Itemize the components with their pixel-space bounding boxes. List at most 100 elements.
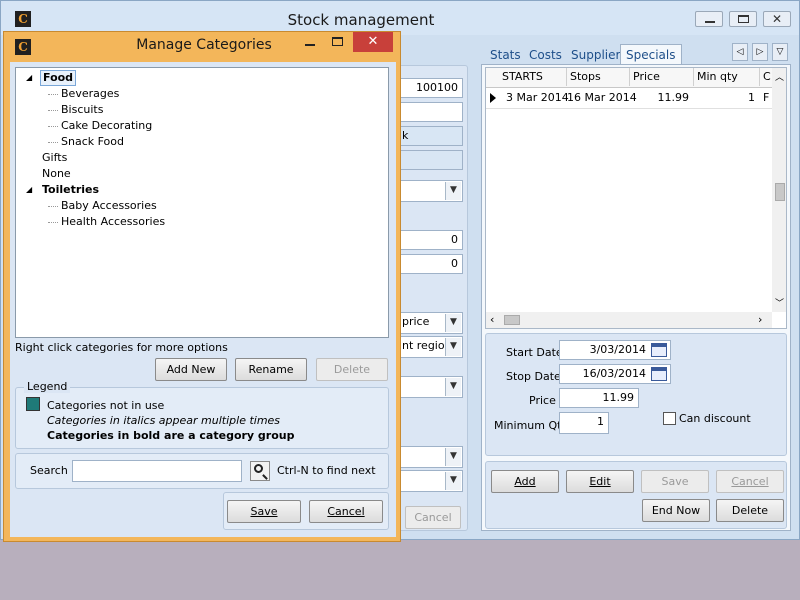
tree-connector — [48, 94, 58, 95]
legend-title: Legend — [24, 380, 71, 393]
search-input[interactable] — [72, 460, 242, 482]
grid-horizontal-scrollbar[interactable]: ‹ › — [486, 312, 772, 328]
readonly-field[interactable] — [397, 150, 463, 170]
dialog-minimize-icon[interactable] — [302, 36, 318, 50]
scroll-left-icon[interactable]: ‹ — [490, 313, 494, 326]
manage-categories-dialog: C Manage Categories ✕ ◢ Food Beverages Bisc… — [3, 31, 401, 542]
minimum-qty-label: Minimum Qty — [494, 419, 568, 432]
cancel-button[interactable]: Cancel — [716, 470, 784, 493]
end-now-button[interactable]: End Now — [642, 499, 710, 522]
tree-item-label: Biscuits — [61, 103, 104, 116]
column-header-price[interactable]: Price — [629, 68, 660, 86]
delete-category-button[interactable]: Delete — [316, 358, 388, 381]
tab-scroll-right-icon[interactable]: ▷ — [752, 43, 768, 61]
code-field[interactable]: 100100 — [397, 78, 463, 98]
stop-date-field[interactable]: 16/03/2014 — [559, 364, 671, 384]
column-header-c[interactable]: C — [759, 68, 771, 86]
close-icon[interactable]: ✕ — [763, 11, 791, 27]
tree-item-label: None — [42, 167, 71, 180]
special-editor-box: Start Date 3/03/2014 Stop Date 16/03/201… — [485, 333, 787, 456]
dialog-logo-icon: C — [15, 39, 31, 55]
chevron-down-icon: ▼ — [445, 338, 461, 356]
scroll-thumb[interactable] — [775, 183, 785, 201]
cell-starts: 3 Mar 2014 — [506, 91, 569, 104]
name-field[interactable] — [397, 102, 463, 122]
cell-c: F — [763, 91, 770, 104]
search-hint: Ctrl-N to find next — [277, 464, 376, 477]
add-new-button[interactable]: Add New — [155, 358, 227, 381]
scroll-up-icon[interactable]: ︿ — [775, 70, 784, 83]
category-dropdown[interactable]: ▼ — [397, 180, 463, 202]
tree-item-label: Beverages — [61, 87, 120, 100]
column-header-starts[interactable]: STARTS — [502, 68, 543, 86]
option-dropdown-3[interactable]: ▼ — [397, 470, 463, 492]
legend-box: Legend Categories not in use Categories … — [15, 380, 389, 449]
tree-hint-text: Right click categories for more options — [15, 341, 228, 354]
tree-connector — [48, 110, 58, 111]
maximize-icon[interactable] — [729, 11, 757, 27]
tree-item-label: Gifts — [42, 151, 68, 164]
legend-not-in-use: Categories not in use — [47, 399, 165, 412]
num-field-1[interactable]: 0 — [397, 230, 463, 250]
dialog-close-icon[interactable]: ✕ — [353, 32, 393, 52]
can-discount-checkbox[interactable] — [663, 412, 676, 425]
option-dropdown[interactable]: ▼ — [397, 376, 463, 398]
dialog-cancel-button[interactable]: Cancel — [309, 500, 383, 523]
main-title-bar: C Stock management ✕ — [1, 1, 799, 35]
save-button[interactable]: Save — [641, 470, 709, 493]
expand-arrow-icon[interactable]: ◢ — [26, 71, 32, 85]
scroll-right-icon[interactable]: › — [758, 313, 762, 326]
cell-min-qty: 1 — [748, 91, 755, 104]
background-cancel-button[interactable]: Cancel — [405, 506, 461, 529]
scroll-thumb-h[interactable] — [504, 315, 520, 325]
legend-bold: Categories in bold are a category group — [47, 429, 295, 442]
delete-button[interactable]: Delete — [716, 499, 784, 522]
tree-connector — [48, 142, 58, 143]
edit-button[interactable]: Edit — [566, 470, 634, 493]
tree-connector — [48, 126, 58, 127]
tree-item-label: Food — [40, 70, 77, 86]
tab-stats[interactable]: Stats — [490, 45, 521, 65]
scroll-down-icon[interactable]: ﹀ — [775, 296, 784, 309]
add-button[interactable]: Add — [491, 470, 559, 493]
calendar-icon[interactable] — [651, 343, 667, 357]
num-field-2[interactable]: 0 — [397, 254, 463, 274]
dialog-save-button[interactable]: Save — [227, 500, 301, 523]
chevron-down-icon: ▼ — [445, 472, 461, 490]
table-row[interactable]: 3 Mar 2014 16 Mar 2014 11.99 1 F — [486, 89, 786, 109]
dialog-maximize-icon[interactable] — [330, 36, 346, 50]
k-field[interactable]: k — [397, 126, 463, 146]
tab-menu-icon[interactable]: ▽ — [772, 43, 788, 61]
column-header-min-qty[interactable]: Min qty — [693, 68, 738, 86]
calendar-icon[interactable] — [651, 367, 667, 381]
minimize-icon[interactable] — [695, 11, 723, 27]
region-dropdown[interactable]: nt region ▼ — [397, 336, 463, 358]
search-label: Search — [30, 464, 68, 477]
tree-connector — [48, 222, 58, 223]
tab-supplier[interactable]: Supplier — [571, 45, 620, 65]
tab-specials[interactable]: Specials — [620, 44, 682, 65]
tree-item-label: Snack Food — [61, 135, 124, 148]
price-dropdown[interactable]: price ▼ — [397, 312, 463, 334]
tree-item-label: Cake Decorating — [61, 119, 153, 132]
price-dropdown-value: price — [402, 315, 430, 328]
search-icon[interactable] — [250, 461, 270, 481]
minimum-qty-field[interactable]: 1 — [559, 412, 609, 434]
option-dropdown-2[interactable]: ▼ — [397, 446, 463, 468]
column-header-stops[interactable]: Stops — [566, 68, 601, 86]
background-form-panel: 100100 k ▼ 0 0 price ▼ nt region ▼ ▼ ▼ ▼… — [396, 65, 468, 531]
category-tree[interactable]: ◢ Food Beverages Biscuits Cake Decorating Sna… — [15, 67, 389, 338]
expand-arrow-icon[interactable]: ◢ — [26, 183, 32, 197]
tab-costs[interactable]: Costs — [529, 45, 562, 65]
grid-vertical-scrollbar[interactable]: ︿ ﹀ — [772, 68, 786, 312]
chevron-down-icon: ▼ — [445, 314, 461, 332]
cell-stops: 16 Mar 2014 — [567, 91, 637, 104]
search-box: Search Ctrl-N to find next — [15, 453, 389, 489]
rename-button[interactable]: Rename — [235, 358, 307, 381]
price-field[interactable]: 11.99 — [559, 388, 639, 408]
tab-scroll-left-icon[interactable]: ◁ — [732, 43, 748, 61]
start-date-field[interactable]: 3/03/2014 — [559, 340, 671, 360]
legend-swatch — [26, 397, 40, 411]
specials-grid[interactable]: STARTS Stops Price Min qty C 3 Mar 2014 … — [485, 67, 787, 329]
main-window-title: Stock management — [287, 11, 435, 29]
